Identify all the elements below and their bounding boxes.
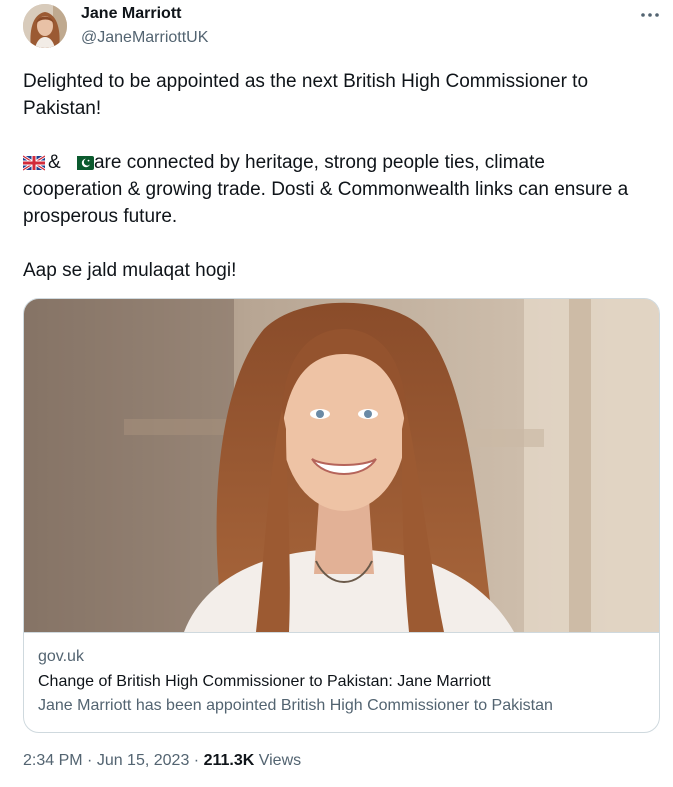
link-card[interactable]: gov.uk Change of British High Commission… [23,298,660,733]
author-display-name[interactable]: Jane Marriott [81,5,181,23]
tweet-meta: 2:34 PM · Jun 15, 2023 · 211.3K Views [23,752,301,770]
tweet-line: prosperous future. [23,206,178,227]
tweet-line: are connected by heritage, strong people… [93,152,545,173]
tweet-line: cooperation & growing trade. Dosti & Com… [23,179,629,200]
tweet-line: Pakistan! [23,98,102,119]
card-domain: gov.uk [38,648,84,665]
separator: · [189,752,204,769]
ampersand: & [48,152,61,173]
views-count: 211.3K [203,752,255,769]
card-description: Jane Marriott has been appointed British… [38,697,553,714]
card-title: Change of British High Commissioner to P… [38,673,491,690]
tweet-line: Aap se jald mulaqat hogi! [23,260,237,281]
more-horizontal-icon [641,13,659,17]
tweet-date[interactable]: Jun 15, 2023 [97,752,190,769]
flag-united-kingdom-icon [23,155,45,171]
tweet-text: Delighted to be appointed as the next Br… [23,68,663,284]
tweet-paragraph-1: Delighted to be appointed as the next Br… [23,68,663,122]
separator: · [82,752,97,769]
tweet-time[interactable]: 2:34 PM [23,752,83,769]
flag-pakistan-icon [71,156,94,170]
more-options-button[interactable] [636,3,664,27]
card-image[interactable] [24,299,659,633]
author-handle[interactable]: @JaneMarriottUK [81,29,208,47]
tweet-paragraph-2: & are connected by heritage, strong peop… [23,149,663,230]
tweet-line: Delighted to be appointed as the next Br… [23,71,589,92]
tweet-paragraph-3: Aap se jald mulaqat hogi! [23,257,663,284]
avatar[interactable] [23,4,67,48]
views-label: Views [254,752,302,769]
